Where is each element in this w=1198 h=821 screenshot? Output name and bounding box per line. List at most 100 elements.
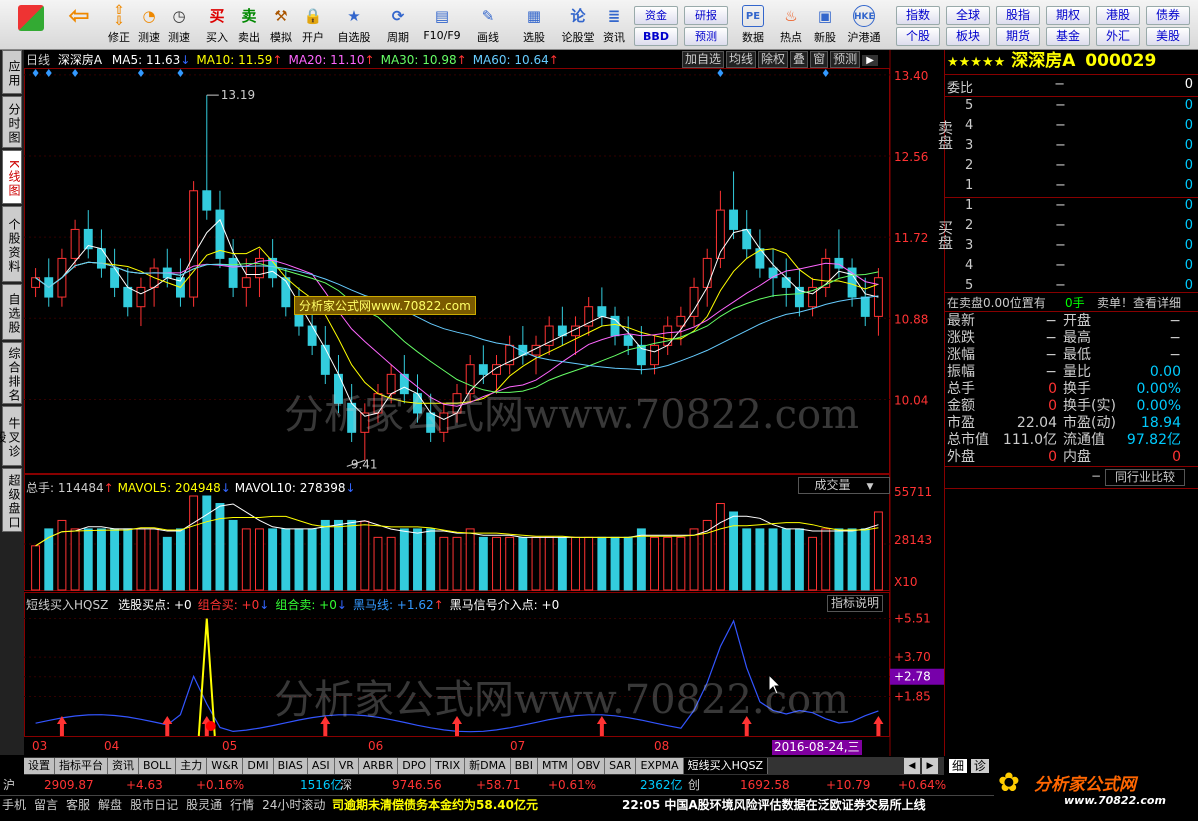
market-button[interactable]: 期货	[996, 27, 1040, 46]
status-link-5[interactable]: 股灵通	[186, 796, 222, 814]
left-tab-6[interactable]: 牛叉诊股	[0, 406, 22, 466]
left-tab-5[interactable]: 综合排名	[2, 342, 22, 404]
status-link-6[interactable]: 行情	[230, 796, 254, 814]
market-button[interactable]: 指数	[896, 6, 940, 25]
star-icon: ★	[347, 7, 361, 25]
hk-connect-button[interactable]: HKE 沪港通	[844, 3, 884, 47]
indicator-tab-11[interactable]: DPO	[398, 758, 431, 774]
sell-button[interactable]: 卖卖出	[234, 3, 264, 47]
indicator-tab-18[interactable]: EXPMA	[636, 758, 684, 774]
market-button[interactable]: 个股	[896, 27, 940, 46]
fund-button[interactable]: 资金	[634, 6, 678, 25]
indicator-tab-14[interactable]: BBI	[510, 758, 538, 774]
chart-btn-5[interactable]: 预测	[830, 51, 861, 68]
indicator-tab-12[interactable]: TRIX	[430, 758, 466, 774]
open-account-button[interactable]: 🔒 开户	[298, 3, 328, 47]
indicator-tab-9[interactable]: VR	[334, 758, 359, 774]
new-stock-button[interactable]: ▣ 新股	[810, 3, 840, 47]
indicator-tab-10[interactable]: ARBR	[358, 758, 399, 774]
volume-selector-value: 成交量	[814, 478, 851, 492]
f10-button[interactable]: ▤ F10/F9	[422, 3, 462, 47]
status-link-1[interactable]: 留言	[34, 796, 58, 814]
indicator-tab-4[interactable]: 主力	[176, 758, 208, 774]
stat-value: −	[1169, 330, 1181, 346]
chart-btn-2[interactable]: 除权	[758, 51, 789, 68]
back-button[interactable]: ⇦	[62, 3, 96, 47]
watchlist-button[interactable]: ★ 自选股	[336, 3, 372, 47]
compare-row: − 同行业比较	[945, 469, 1198, 487]
left-tab-2[interactable]: K线图	[2, 150, 22, 204]
bbd-button[interactable]: BBD	[634, 27, 678, 46]
forecast-button[interactable]: 预测	[684, 27, 728, 46]
buy-button[interactable]: 买买入	[202, 3, 232, 47]
indicator-tab-0[interactable]: 设置	[24, 758, 55, 774]
news-ticker-1[interactable]: 司逾期未清偿债务本金约为58.40亿元	[332, 796, 538, 814]
toolbar-fix-button[interactable]: ⇧ ⇩ 修正	[104, 3, 134, 47]
news-ticker-2[interactable]: 22:05 中国A股环境风险评估数据在泛欧证券交易所上线	[622, 796, 926, 814]
simulate-button[interactable]: ⚒ 模拟	[266, 3, 296, 47]
hot-button[interactable]: ♨ 热点	[776, 3, 806, 47]
collapse-icon[interactable]: ▶	[862, 55, 879, 66]
chart-btn-1[interactable]: 均线	[726, 51, 757, 68]
market-button[interactable]: 全球	[946, 6, 990, 25]
tab-detail[interactable]: 细	[949, 759, 968, 773]
indicator-explain-button[interactable]: 指标说明	[827, 595, 884, 612]
select-stock-button[interactable]: ▦ 选股	[516, 3, 552, 47]
indicator-tab-1[interactable]: 指标平台	[55, 758, 108, 774]
status-link-7[interactable]: 24小时滚动	[262, 796, 325, 814]
data-button[interactable]: PE 数据	[738, 3, 768, 47]
indicator-tab-13[interactable]: 新DMA	[465, 758, 511, 774]
toolbar-speed-button[interactable]: ◔ 测速	[134, 3, 164, 47]
book-level: 5	[965, 278, 974, 293]
left-tab-7[interactable]: 超级盘口	[2, 468, 22, 532]
kline-chart-area[interactable]: 13.40 12.56 11.72 10.88 10.04 13.19 9.41 55711 2…	[24, 50, 944, 756]
market-button[interactable]: 外汇	[1096, 27, 1140, 46]
market-button[interactable]: 股指	[996, 6, 1040, 25]
indicator-tab-2[interactable]: 资讯	[108, 758, 139, 774]
status-link-3[interactable]: 解盘	[98, 796, 122, 814]
status-link-2[interactable]: 客服	[66, 796, 90, 814]
status-link-4[interactable]: 股市日记	[130, 796, 178, 814]
toolbar-item-0[interactable]	[14, 3, 48, 47]
left-tab-4[interactable]: 自选股	[2, 284, 22, 340]
scroll-left-icon[interactable]: ◀	[904, 758, 920, 774]
market-button[interactable]: 基金	[1046, 27, 1090, 46]
draw-line-button[interactable]: ✎ 画线	[470, 3, 506, 47]
industry-compare-button[interactable]: 同行业比较	[1105, 469, 1185, 486]
tab-diagnose[interactable]: 诊	[970, 759, 989, 773]
scroll-right-icon[interactable]: ▶	[922, 758, 938, 774]
indicator-tab-19[interactable]: 短线买入HQSZ	[683, 758, 769, 774]
volume-selector[interactable]: 成交量 ▼	[798, 477, 890, 494]
doc-icon: ▤	[434, 7, 450, 25]
indicator-tab-3[interactable]: BOLL	[139, 758, 177, 774]
indicator-tab-8[interactable]: ASI	[307, 758, 335, 774]
market-button[interactable]: 港股	[1096, 6, 1140, 25]
market-button[interactable]: 期权	[1046, 6, 1090, 25]
status-link-0[interactable]: 手机	[2, 796, 26, 814]
chart-btn-0[interactable]: 加自选	[682, 51, 725, 68]
period-button[interactable]: ⟳ 周期	[380, 3, 416, 47]
indicator-tab-7[interactable]: BIAS	[273, 758, 308, 774]
research-button[interactable]: 研报	[684, 6, 728, 25]
indicator-tab-17[interactable]: SAR	[605, 758, 637, 774]
news-button[interactable]: ≣ 资讯	[598, 3, 630, 47]
chart-btn-4[interactable]: 窗	[810, 51, 829, 68]
indicator-tab-16[interactable]: OBV	[572, 758, 606, 774]
stat-row: 振幅 − 量比 0.00	[945, 364, 1198, 381]
buy-side-label: 买盘	[936, 220, 954, 250]
book-level: 3	[965, 138, 974, 153]
forum-button[interactable]: 论论股堂	[560, 3, 596, 47]
left-tab-0[interactable]: 应用	[2, 50, 22, 94]
left-tab-1[interactable]: 分时图	[2, 96, 22, 148]
market-button[interactable]: 债券	[1146, 6, 1190, 25]
left-tab-3[interactable]: 个股资料	[2, 206, 22, 282]
indicator-tab-6[interactable]: DMI	[243, 758, 274, 774]
market-button[interactable]: 美股	[1146, 27, 1190, 46]
toolbar-clock-button[interactable]: ◷ 测速	[164, 3, 194, 47]
date-label: 07	[510, 739, 525, 753]
indicator-tab-15[interactable]: MTM	[537, 758, 573, 774]
chart-btn-3[interactable]: 叠	[790, 51, 809, 68]
sell-detail-link[interactable]: 卖单！查看详细	[1097, 294, 1181, 311]
indicator-tab-5[interactable]: W&R	[207, 758, 244, 774]
market-button[interactable]: 板块	[946, 27, 990, 46]
